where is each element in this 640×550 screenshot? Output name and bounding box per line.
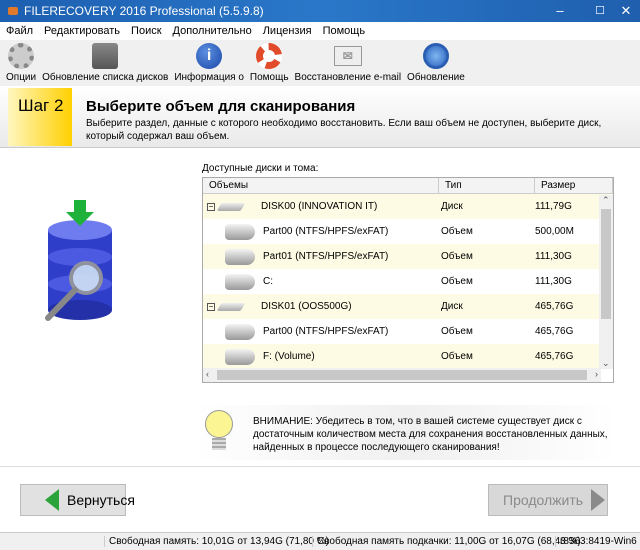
- menu-bar: Файл Редактировать Поиск Дополнительно Л…: [0, 22, 640, 40]
- row-size: 500,00M: [535, 226, 574, 237]
- menu-help[interactable]: Помощь: [323, 25, 366, 37]
- row-type: Объем: [441, 226, 473, 237]
- table-row[interactable]: − DISK00 (INNOVATION IT) Диск 111,79G: [203, 194, 613, 219]
- menu-search[interactable]: Поиск: [131, 25, 161, 37]
- vertical-scrollbar[interactable]: ⌃ ⌄: [599, 195, 613, 369]
- database-search-icon: [45, 200, 112, 321]
- update-icon: [422, 43, 449, 69]
- row-type: Объем: [441, 251, 473, 262]
- back-button[interactable]: Вернуться: [20, 484, 135, 516]
- row-name: F: (Volume): [263, 351, 315, 362]
- title-bar: FILERECOVERY 2016 Professional (5.5.9.8)…: [0, 0, 640, 22]
- arrow-right-icon: [591, 489, 606, 511]
- free-swap: Свободная память подкачки: 11,00G от 16,…: [312, 536, 581, 547]
- volume-icon: [225, 223, 255, 240]
- warning-text: ВНИМАНИЕ: Убедитесь в том, что в вашей с…: [253, 416, 608, 453]
- volume-icon: [225, 323, 255, 340]
- envelope-icon: ✉: [333, 46, 362, 66]
- table-row[interactable]: C: Объем 111,30G: [203, 269, 613, 294]
- row-name: C:: [263, 276, 273, 287]
- row-type: Диск: [441, 201, 463, 212]
- volume-icon: [225, 348, 255, 365]
- lifebuoy-icon: [256, 43, 283, 69]
- row-size: 111,30G: [535, 276, 572, 287]
- table-row[interactable]: Part00 (NTFS/HPFS/exFAT) Объем 500,00M: [203, 219, 613, 244]
- page-description: Выберите раздел, данные с которого необх…: [86, 118, 602, 142]
- volume-icon: [225, 273, 255, 290]
- update-button[interactable]: Обновление: [407, 40, 465, 86]
- volume-icon: [225, 248, 255, 265]
- menu-license[interactable]: Лицензия: [263, 25, 312, 37]
- row-name: Part00 (NTFS/HPFS/exFAT): [263, 226, 389, 237]
- info-icon: i: [196, 43, 223, 69]
- page-title: Выберите объем для сканирования: [86, 98, 356, 115]
- row-size: 465,76G: [535, 301, 574, 312]
- menu-edit[interactable]: Редактировать: [44, 25, 120, 37]
- row-name: Part00 (NTFS/HPFS/exFAT): [263, 326, 389, 337]
- row-type: Объем: [441, 276, 473, 287]
- step-header: Шаг 2 Выберите объем для сканирования Вы…: [0, 86, 640, 148]
- options-button[interactable]: Опции: [6, 40, 36, 86]
- table-row[interactable]: F: (Volume) Объем 465,76G: [203, 344, 613, 369]
- window-title: FILERECOVERY 2016 Professional (5.5.9.8): [24, 4, 264, 18]
- row-type: Диск: [441, 301, 463, 312]
- horizontal-scrollbar[interactable]: ‹ ›: [203, 368, 601, 382]
- menu-file[interactable]: Файл: [6, 25, 33, 37]
- warning-box: ВНИМАНИЕ: Убедитесь в том, что в вашей с…: [197, 405, 617, 460]
- arrow-left-icon: [45, 489, 59, 511]
- column-volumes[interactable]: Объемы: [203, 178, 439, 193]
- close-button[interactable]: ✕: [606, 0, 640, 22]
- row-type: Объем: [441, 326, 473, 337]
- table-row[interactable]: Part01 (NTFS/HPFS/exFAT) Объем 111,30G: [203, 244, 613, 269]
- row-name: DISK00 (INNOVATION IT): [261, 201, 378, 212]
- step-label: Шаг 2: [8, 88, 72, 146]
- about-button[interactable]: i Информация о: [174, 40, 244, 86]
- disk-icon: [92, 43, 119, 69]
- menu-advanced[interactable]: Дополнительно: [173, 25, 252, 37]
- table-header: Объемы Тип Размер: [203, 178, 613, 194]
- refresh-disks-button[interactable]: Обновление списка дисков: [42, 40, 168, 86]
- build-info: r8363:8419-Win6: [555, 536, 637, 547]
- row-size: 111,30G: [535, 251, 572, 262]
- collapse-icon[interactable]: −: [207, 202, 215, 211]
- disk-icon: [216, 302, 246, 311]
- row-name: Part01 (NTFS/HPFS/exFAT): [263, 251, 389, 262]
- help-button[interactable]: Помощь: [250, 40, 289, 86]
- minimize-button[interactable]: –: [540, 0, 580, 22]
- volumes-label: Доступные диски и тома:: [202, 163, 319, 174]
- volumes-table: Объемы Тип Размер − DISK00 (INNOVATION IT…: [202, 177, 614, 383]
- row-name: DISK01 (OOS500G): [261, 301, 352, 312]
- column-type[interactable]: Тип: [439, 178, 535, 193]
- row-size: 465,76G: [535, 351, 574, 362]
- row-size: 465,76G: [535, 326, 574, 337]
- lightbulb-icon: [205, 410, 233, 438]
- navigation-area: Вернуться Продолжить: [0, 466, 640, 530]
- continue-button[interactable]: Продолжить: [488, 484, 608, 516]
- table-row[interactable]: Part00 (NTFS/HPFS/exFAT) Объем 465,76G: [203, 319, 613, 344]
- table-row[interactable]: − DISK01 (OOS500G) Диск 465,76G: [203, 294, 613, 319]
- toolbar: Опции Обновление списка дисков i Информац…: [0, 40, 640, 86]
- status-bar: Свободная память: 10,01G от 13,94G (71,8…: [0, 532, 640, 550]
- email-recovery-button[interactable]: ✉ Восстановление e-mail: [295, 40, 401, 86]
- free-memory: Свободная память: 10,01G от 13,94G (71,8…: [104, 536, 329, 547]
- app-icon: [8, 7, 18, 15]
- disk-icon: [216, 202, 246, 211]
- row-type: Объем: [441, 351, 473, 362]
- row-size: 111,79G: [535, 201, 572, 212]
- gear-icon: [8, 43, 35, 69]
- collapse-icon[interactable]: −: [207, 302, 215, 311]
- column-size[interactable]: Размер: [535, 178, 613, 193]
